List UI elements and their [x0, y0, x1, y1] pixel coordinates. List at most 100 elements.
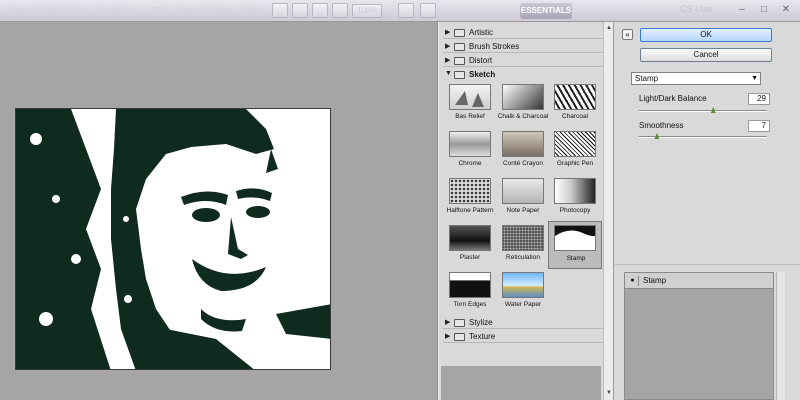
stamp-preview-image	[15, 108, 331, 370]
thumb-chrome[interactable]: Chrome	[445, 129, 495, 173]
effect-layer-name: Stamp	[643, 276, 667, 285]
thumb-torn-edges[interactable]: Torn Edges	[445, 270, 495, 314]
menu-help[interactable]: Help	[240, 5, 259, 15]
thumb-reticulation[interactable]: Reticulation	[498, 223, 548, 267]
bridge-icon[interactable]	[272, 3, 288, 18]
eye-icon[interactable]: ●	[627, 276, 639, 286]
thumbnail-image	[502, 272, 544, 298]
menu-view[interactable]: View	[176, 5, 195, 15]
minibridge-icon[interactable]	[292, 3, 308, 18]
menu-window[interactable]: Window	[200, 5, 232, 15]
menu-layer[interactable]: Layer	[8, 5, 31, 15]
scroll-down-icon[interactable]: ▼	[606, 390, 612, 396]
thumbnail-label: Charcoal	[561, 113, 588, 120]
thumbnail-image	[449, 84, 491, 110]
thumb-note-paper[interactable]: Note Paper	[498, 176, 548, 220]
thumbnail-label: Graphic Pen	[556, 160, 594, 167]
thumbnail-label: Torn Edges	[453, 301, 487, 308]
thumbnail-label: Note Paper	[506, 207, 540, 214]
thumb-photocopy[interactable]: Photocopy	[550, 176, 600, 220]
thumb-chalk-charcoal[interactable]: Chalk & Charcoal	[498, 82, 548, 126]
triangle-right-icon: ▶	[445, 43, 451, 50]
triangle-right-icon: ▶	[445, 333, 451, 340]
thumbnail-image	[554, 225, 596, 251]
thumb-plaster[interactable]: Plaster	[445, 223, 495, 267]
thumbnail-label: Conté Crayon	[502, 160, 544, 167]
thumbnail-image	[449, 225, 491, 251]
menu-analysis[interactable]: Analysis	[98, 5, 132, 15]
preview-area	[0, 22, 438, 400]
zoom-level-select[interactable]: 100%	[352, 4, 383, 18]
light-dark-balance-label: Light/Dark Balance	[639, 94, 707, 103]
thumbnail-image	[554, 178, 596, 204]
folder-brush-strokes[interactable]: ▶ Brush Strokes	[443, 40, 603, 53]
scroll-up-icon[interactable]: ▲	[606, 25, 612, 31]
folder-texture[interactable]: ▶ Texture	[443, 330, 603, 343]
folder-label: Artistic	[469, 28, 493, 37]
menu-3d[interactable]: 3D	[152, 5, 164, 15]
chevron-down-icon: ▼	[751, 75, 758, 82]
triangle-right-icon: ▶	[445, 57, 451, 64]
folder-label: Distort	[469, 56, 493, 65]
menu-bar: Layer Select Filter Analysis 3D View Win…	[0, 0, 800, 22]
effect-layers-list: ● Stamp	[624, 272, 774, 400]
thumb-bas-relief[interactable]: Bas Relief	[445, 82, 495, 126]
slider-thumb[interactable]	[654, 133, 660, 139]
collapse-gallery-icon[interactable]: «	[622, 29, 633, 40]
hand-tool-icon[interactable]	[312, 3, 328, 18]
menu-filter[interactable]: Filter	[68, 5, 88, 15]
triangle-down-icon: ▼	[445, 70, 452, 77]
slider-thumb[interactable]	[710, 107, 716, 113]
folder-label: Brush Strokes	[469, 42, 520, 51]
folder-icon	[454, 333, 465, 341]
menu-select[interactable]: Select	[36, 5, 61, 15]
thumb-graphic-pen[interactable]: Graphic Pen	[550, 129, 600, 173]
folder-distort[interactable]: ▶ Distort	[443, 54, 603, 67]
zoom-tool-icon[interactable]	[332, 3, 348, 18]
thumb-charcoal[interactable]: Charcoal	[550, 82, 600, 126]
cs-live-button[interactable]: CS Live	[680, 4, 712, 14]
panel-divider	[614, 264, 800, 265]
thumbnail-label: Water Paper	[504, 301, 542, 308]
gallery-scrollbar[interactable]: ▲ ▼	[603, 22, 613, 400]
folder-label: Texture	[469, 332, 496, 341]
filter-select-value: Stamp	[635, 74, 659, 83]
folder-sketch[interactable]: ▼ Sketch	[443, 68, 603, 81]
folder-artistic[interactable]: ▶ Artistic	[443, 26, 603, 39]
thumbnail-label: Bas Relief	[455, 113, 485, 120]
maximize-icon[interactable]: □	[754, 2, 774, 18]
filter-gallery: ▶ Artistic ▶ Brush Strokes ▶ Distort ▼ S…	[438, 22, 613, 400]
folder-label: Sketch	[469, 70, 496, 79]
light-dark-balance-slider[interactable]	[639, 107, 767, 113]
smoothness-label: Smoothness	[639, 121, 684, 130]
ok-button[interactable]: OK	[640, 28, 772, 42]
cancel-button[interactable]: Cancel	[640, 48, 772, 62]
folder-open-icon	[454, 71, 465, 79]
effect-layer-row[interactable]: ● Stamp	[625, 273, 773, 289]
thumbnail-image	[502, 225, 544, 251]
folder-icon	[454, 57, 465, 65]
smoothness-slider[interactable]	[639, 133, 767, 139]
thumb-halftone-pattern[interactable]: Halftone Pattern	[445, 176, 495, 220]
thumbnail-image	[449, 272, 491, 298]
thumb-conte-crayon[interactable]: Conté Crayon	[498, 129, 548, 173]
folder-label: Stylize	[469, 318, 493, 327]
gallery-empty-area	[441, 366, 601, 400]
arrange-documents-icon[interactable]	[398, 3, 414, 18]
window-controls: – □ ✕	[730, 0, 800, 21]
screen-mode-icon[interactable]	[420, 3, 436, 18]
folder-stylize[interactable]: ▶ Stylize	[443, 316, 603, 329]
filter-select[interactable]: Stamp ▼	[631, 72, 761, 85]
close-icon[interactable]: ✕	[776, 2, 796, 18]
layers-scrollbar[interactable]	[776, 272, 785, 400]
thumbnail-image	[554, 84, 596, 110]
thumbnail-label: Halftone Pattern	[446, 207, 494, 214]
workspace-switcher[interactable]: ESSENTIALS	[520, 3, 572, 19]
minimize-icon[interactable]: –	[732, 2, 752, 18]
smoothness-input[interactable]: 7	[748, 120, 770, 132]
thumb-water-paper[interactable]: Water Paper	[498, 270, 548, 314]
light-dark-balance-input[interactable]: 29	[748, 93, 770, 105]
thumbnail-label: Reticulation	[506, 254, 540, 261]
thumb-stamp[interactable]: Stamp	[548, 221, 602, 269]
folder-icon	[454, 43, 465, 51]
